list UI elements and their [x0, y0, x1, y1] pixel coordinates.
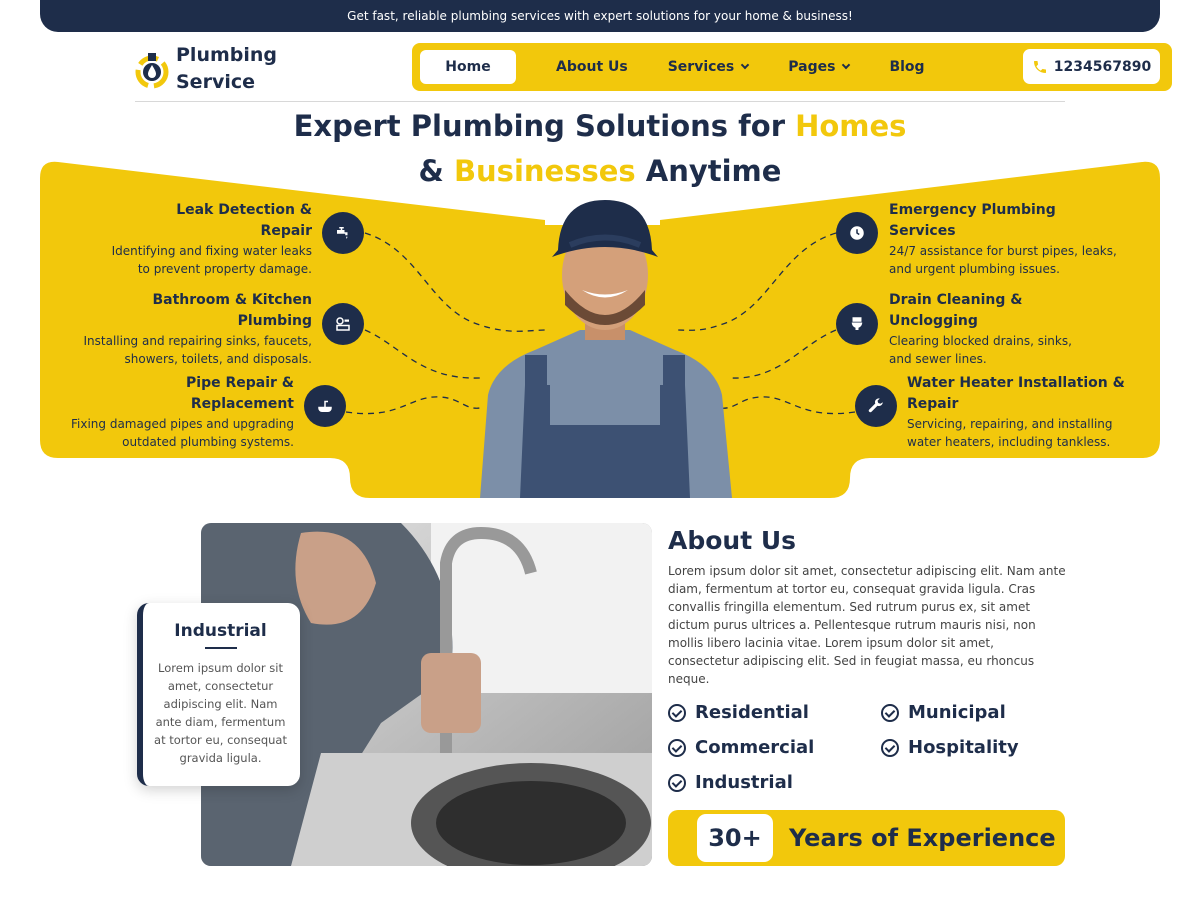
service-title: Pipe Repair & Replacement — [186, 375, 294, 412]
sink-icon — [304, 385, 346, 427]
sector-item: Hospitality — [881, 737, 1019, 758]
industrial-card: Industrial Lorem ipsum dolor sit amet, c… — [137, 603, 300, 786]
service-title: Water Heater Installation & Repair — [907, 375, 1125, 412]
service-water-heater[interactable]: Water Heater Installation & Repair Servi… — [907, 373, 1132, 451]
check-circle-icon — [881, 703, 899, 722]
sector-label: Municipal — [908, 702, 1006, 723]
service-description: Servicing, repairing, and installing wat… — [907, 417, 1113, 449]
service-description: Installing and repairing sinks, faucets,… — [83, 334, 312, 366]
service-pipe-repair[interactable]: Pipe Repair & Replacement Fixing damaged… — [44, 373, 294, 451]
sector-item: Residential — [668, 702, 809, 723]
experience-number: 30+ — [697, 814, 773, 862]
sector-label: Hospitality — [908, 737, 1019, 758]
service-drain-cleaning[interactable]: Drain Cleaning & Unclogging Clearing blo… — [889, 290, 1089, 368]
service-title: Drain Cleaning & Unclogging — [889, 292, 1023, 329]
service-description: 24/7 assistance for burst pipes, leaks, … — [889, 244, 1117, 276]
service-title: Emergency Plumbing Services — [889, 202, 1056, 239]
card-text: Lorem ipsum dolor sit amet, consectetur … — [154, 661, 287, 765]
hero-title-line1: Expert Plumbing Solutions for Homes — [0, 109, 1200, 143]
service-bathroom-kitchen[interactable]: Bathroom & Kitchen Plumbing Installing a… — [62, 290, 312, 368]
sector-label: Commercial — [695, 737, 815, 758]
valve-icon — [322, 303, 364, 345]
experience-banner: 30+ Years of Experience — [668, 810, 1065, 866]
hero-title-highlight-businesses: Businesses — [453, 154, 636, 188]
hero-title-text: Expert Plumbing Solutions for — [293, 109, 796, 143]
experience-label: Years of Experience — [789, 824, 1056, 852]
sector-item: Industrial — [668, 772, 793, 793]
check-circle-icon — [668, 773, 686, 792]
service-emergency-plumbing[interactable]: Emergency Plumbing Services 24/7 assista… — [889, 200, 1119, 278]
service-title: Leak Detection & Repair — [176, 202, 312, 239]
hero-title-text: Anytime — [635, 154, 782, 188]
service-description: Identifying and fixing water leaks to pr… — [111, 244, 312, 276]
about-heading: About Us — [668, 526, 797, 555]
check-circle-icon — [668, 738, 686, 757]
sector-label: Residential — [695, 702, 809, 723]
sector-item: Commercial — [668, 737, 814, 758]
service-title: Bathroom & Kitchen Plumbing — [152, 292, 312, 329]
plumber-illustration — [470, 195, 740, 498]
sector-label: Industrial — [695, 772, 793, 793]
about-paragraph: Lorem ipsum dolor sit amet, consectetur … — [668, 564, 1066, 686]
clock-icon — [836, 212, 878, 254]
hero-title-line2: & Businesses Anytime — [0, 154, 1200, 188]
faucet-icon — [322, 212, 364, 254]
service-leak-detection[interactable]: Leak Detection & Repair Identifying and … — [62, 200, 312, 278]
sector-item: Municipal — [881, 702, 1006, 723]
check-circle-icon — [881, 738, 899, 757]
toilet-icon — [836, 303, 878, 345]
card-title-underline — [204, 647, 237, 649]
hero-title-text: & — [418, 154, 454, 188]
hero-title-highlight-homes: Homes — [795, 109, 907, 143]
wrench-icon — [855, 385, 897, 427]
service-description: Clearing blocked drains, sinks, and sewe… — [889, 334, 1072, 366]
card-title: Industrial — [174, 621, 267, 641]
service-description: Fixing damaged pipes and upgrading outda… — [71, 417, 294, 449]
check-circle-icon — [668, 703, 686, 722]
